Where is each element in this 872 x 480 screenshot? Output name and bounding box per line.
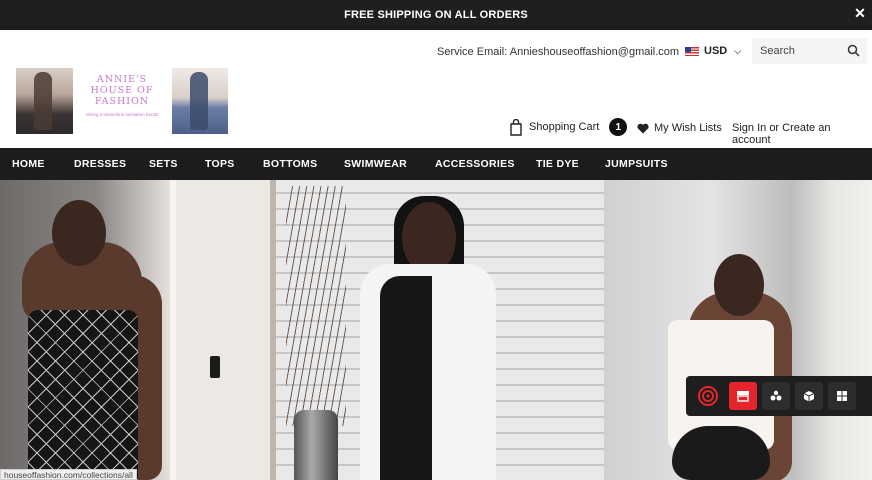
nav-bottoms[interactable]: BOTTOMS	[263, 158, 317, 170]
announcement-bar: FREE SHIPPING ON ALL ORDERS ✕	[0, 0, 872, 30]
shopping-bag-icon	[510, 118, 522, 136]
search-box	[752, 38, 867, 64]
status-bar-url: houseoffashion.com/collections/all	[0, 469, 137, 480]
announcement-text: FREE SHIPPING ON ALL ORDERS	[344, 9, 528, 21]
nav-home[interactable]: HOME	[12, 158, 45, 170]
or-text: or	[769, 122, 780, 134]
nav-tops[interactable]: TOPS	[205, 158, 235, 170]
nav-swimwear[interactable]: SWIMWEAR	[344, 158, 407, 170]
target-icon[interactable]	[694, 382, 722, 410]
logo-photo-right	[172, 68, 228, 134]
grid-icon[interactable]	[828, 382, 856, 410]
main-nav: HOME DRESSES SETS TOPS BOTTOMS SWIMWEAR …	[0, 148, 872, 180]
logo-line-3: FASHION	[94, 96, 150, 107]
logo-photo-left	[16, 68, 73, 134]
logo-line-2: HOUSE OF	[90, 85, 154, 96]
sign-in-link[interactable]: Sign In	[732, 122, 766, 134]
us-flag-icon	[685, 46, 699, 56]
site-header: Service Email: Annieshouseoffashion@gmai…	[0, 30, 872, 148]
nav-accessories[interactable]: ACCESSORIES	[435, 158, 515, 170]
logo-line-1: ANNIE'S	[96, 74, 148, 85]
nav-jumpsuits[interactable]: JUMPSUITS	[605, 158, 668, 170]
share-icon[interactable]	[762, 382, 790, 410]
heart-icon	[637, 123, 649, 133]
site-logo[interactable]: ANNIE'S HOUSE OF FASHION Giving a stream…	[80, 74, 164, 132]
shopping-cart-link[interactable]: Shopping Cart 1	[509, 118, 628, 136]
floating-toolbar	[686, 376, 872, 416]
search-input[interactable]	[760, 45, 840, 57]
wishlist-label: My Wish Lists	[654, 122, 722, 134]
account-links: Sign In or Create an account	[732, 122, 872, 146]
logo-tagline: Giving a streamline sensation trendz	[85, 112, 159, 117]
box-icon[interactable]	[795, 382, 823, 410]
hero-image-left	[0, 180, 276, 480]
search-icon[interactable]	[847, 44, 860, 57]
cart-label: Shopping Cart	[529, 121, 600, 133]
chevron-down-icon: ⌵	[734, 45, 742, 56]
close-icon[interactable]: ✕	[854, 5, 866, 22]
store-icon[interactable]	[729, 382, 757, 410]
service-email: Service Email: Annieshouseoffashion@gmai…	[437, 46, 680, 58]
wishlist-link[interactable]: My Wish Lists	[637, 122, 722, 134]
currency-label: USD	[704, 45, 728, 57]
cart-count-badge: 1	[609, 118, 628, 136]
nav-sets[interactable]: SETS	[149, 158, 178, 170]
hero-image-center	[276, 180, 604, 480]
hero-banner[interactable]	[0, 180, 872, 480]
hero-image-right	[604, 180, 872, 480]
currency-selector[interactable]: USD ⌵	[685, 45, 741, 57]
nav-tie-dye[interactable]: TIE DYE	[536, 158, 579, 170]
nav-dresses[interactable]: DRESSES	[74, 158, 126, 170]
